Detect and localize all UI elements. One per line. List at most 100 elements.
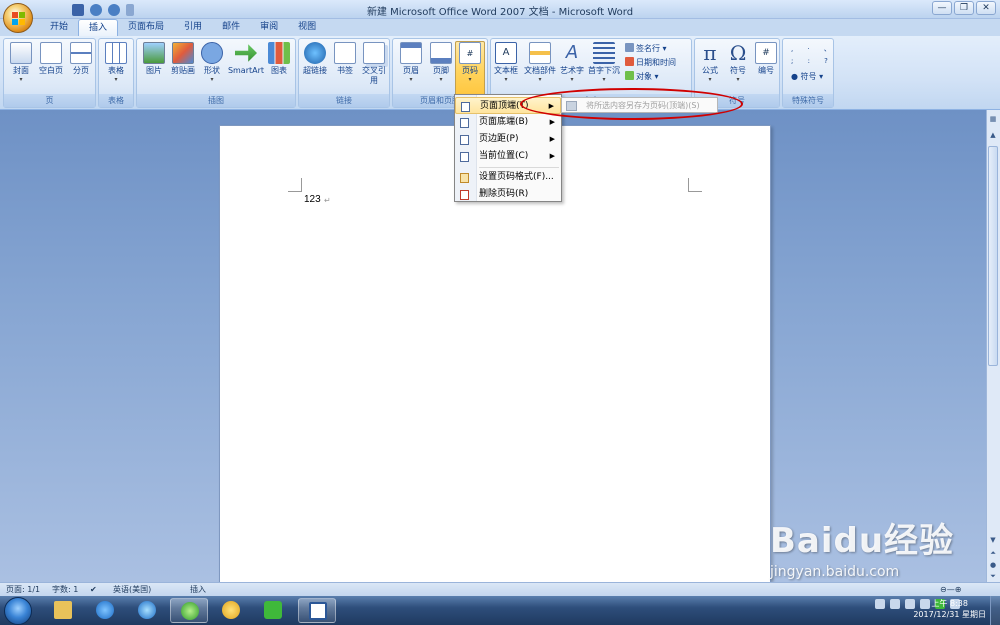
hyperlink-button[interactable]: 超链接 xyxy=(300,42,330,94)
close-button[interactable]: ✕ xyxy=(976,1,996,15)
office-logo-icon xyxy=(12,12,25,25)
text-box-button[interactable]: A 文本框 ▾ xyxy=(491,42,521,94)
taskbar-ie-2[interactable] xyxy=(128,598,166,623)
keyboard-icon[interactable] xyxy=(875,599,885,609)
tab-mailings[interactable]: 邮件 xyxy=(212,19,250,36)
signature-line-button[interactable]: 签名行 ▾ xyxy=(625,43,667,55)
submenu-arrow-icon: ▶ xyxy=(549,118,555,126)
cover-page-button[interactable]: 封面 ▾ xyxy=(6,42,36,94)
table-button[interactable]: 表格 ▾ xyxy=(101,42,131,94)
next-page-icon[interactable]: ⏷ xyxy=(988,571,998,581)
menu-item-current-position[interactable]: 当前位置(C) ▶ xyxy=(455,148,561,165)
page-break-button[interactable]: 分页 xyxy=(66,42,96,94)
page-number-icon: # xyxy=(459,42,481,64)
wordart-button[interactable]: A 艺术字 ▾ xyxy=(557,42,587,94)
scroll-up-icon[interactable]: ▲ xyxy=(988,130,998,140)
status-mode[interactable]: 插入 xyxy=(190,584,206,596)
quick-parts-icon xyxy=(529,42,551,64)
tab-page-layout[interactable]: 页面布局 xyxy=(118,19,174,36)
scroll-thumb[interactable] xyxy=(988,146,998,366)
page-margins-icon xyxy=(460,135,469,145)
omega-icon: Ω xyxy=(729,41,747,65)
taskbar-360[interactable] xyxy=(170,598,208,623)
office-button[interactable] xyxy=(3,3,33,33)
taskbar-explorer[interactable] xyxy=(44,598,82,623)
symbol-button[interactable]: Ω 符号 ▾ xyxy=(723,42,753,94)
internet-explorer-icon xyxy=(96,601,114,619)
bookmark-button[interactable]: 书签 xyxy=(330,42,360,94)
group-label: 特殊符号 xyxy=(783,94,833,107)
menu-separator xyxy=(479,167,559,168)
shapes-icon xyxy=(201,42,223,64)
taskbar-iqiyi[interactable] xyxy=(254,598,292,623)
window-title: 新建 Microsoft Office Word 2007 文档 - Micro… xyxy=(366,7,634,18)
document-text[interactable]: 123 xyxy=(304,194,321,205)
date-time-button[interactable]: 日期和时间 xyxy=(625,57,676,69)
date-time-icon xyxy=(625,57,634,66)
menu-item-page-margins[interactable]: 页边距(P) ▶ xyxy=(455,131,561,148)
wordart-icon: A xyxy=(565,42,579,63)
status-words[interactable]: 字数: 1 xyxy=(52,584,78,596)
punctuation-grid-row2[interactable]: ; : ? xyxy=(791,55,834,67)
submenu-arrow-icon: ▶ xyxy=(549,135,555,143)
show-desktop-button[interactable] xyxy=(990,596,1000,625)
baidu-watermark: Baidu经验 jingyan.baidu.com xyxy=(770,513,954,580)
scroll-down-icon[interactable]: ▼ xyxy=(988,535,998,545)
title-bar: 新建 Microsoft Office Word 2007 文档 - Micro… xyxy=(0,0,1000,19)
spellcheck-icon[interactable]: ✔ xyxy=(90,584,97,596)
menu-item-format-page-numbers[interactable]: 设置页码格式(F)... xyxy=(455,169,561,186)
quick-parts-button[interactable]: 文档部件 ▾ xyxy=(523,42,557,94)
status-page[interactable]: 页面: 1/1 xyxy=(6,584,40,596)
equation-button[interactable]: π 公式 ▾ xyxy=(695,42,725,94)
tab-view[interactable]: 视图 xyxy=(288,19,326,36)
object-button[interactable]: 对象 ▾ xyxy=(625,71,659,83)
restore-button[interactable]: ❐ xyxy=(954,1,974,15)
browse-object-icon[interactable]: ● xyxy=(988,560,998,570)
tab-insert[interactable]: 插入 xyxy=(78,19,119,36)
picture-icon xyxy=(143,42,165,64)
minimize-button[interactable]: — xyxy=(932,1,952,15)
paragraph-mark-icon: ↵ xyxy=(324,196,331,205)
header-button[interactable]: 页眉 ▾ xyxy=(396,42,426,94)
ruler-toggle-icon[interactable]: ▦ xyxy=(988,114,998,124)
clock-date: 2017/12/31 星期日 xyxy=(913,610,986,619)
taskbar-word[interactable] xyxy=(298,598,336,623)
bookmark-icon xyxy=(334,42,356,64)
menu-item-remove-page-numbers[interactable]: 删除页码(R) xyxy=(455,186,561,203)
tab-references[interactable]: 引用 xyxy=(174,19,212,36)
drop-cap-button[interactable]: 首字下沉 ▾ xyxy=(587,42,621,94)
chart-button[interactable]: 图表 xyxy=(264,42,294,94)
tab-review[interactable]: 审阅 xyxy=(250,19,288,36)
group-illustrations: 图片 剪贴画 形状 ▾ SmartArt 图表 插图 xyxy=(136,38,296,108)
start-button[interactable] xyxy=(4,597,32,625)
prev-page-icon[interactable]: ⏶ xyxy=(988,548,998,558)
folder-icon xyxy=(54,601,72,619)
security-browser-icon xyxy=(181,602,199,620)
page-number-button[interactable]: # 页码 ▾ xyxy=(455,41,485,101)
crop-mark-top-right xyxy=(688,178,702,192)
smartart-button[interactable]: SmartArt xyxy=(227,42,265,94)
blank-page-button[interactable]: 空白页 xyxy=(36,42,66,94)
shapes-button[interactable]: 形状 ▾ xyxy=(197,42,227,94)
numbering-button[interactable]: # 编号 xyxy=(751,42,781,94)
taskbar-ie[interactable] xyxy=(86,598,124,623)
taskbar-app[interactable] xyxy=(212,598,250,623)
page-bottom-icon xyxy=(460,118,469,128)
taskbar: 上午 8:38 2017/12/31 星期日 xyxy=(0,596,1000,625)
zoom-slider-icon[interactable]: ⊖—⊕ xyxy=(940,584,961,596)
app-icon xyxy=(222,601,240,619)
numbering-icon: # xyxy=(755,42,777,64)
menu-item-bottom-of-page[interactable]: 页面底端(B) ▶ xyxy=(455,114,561,131)
people-icon[interactable] xyxy=(890,599,900,609)
punctuation-grid[interactable]: , · 、 xyxy=(791,43,837,55)
group-tables: 表格 ▾ 表格 xyxy=(98,38,134,108)
clip-art-button[interactable]: 剪贴画 xyxy=(168,42,198,94)
status-language[interactable]: 英语(美国) xyxy=(113,584,151,596)
tab-home[interactable]: 开始 xyxy=(40,19,78,36)
clock[interactable]: 上午 8:38 2017/12/31 星期日 xyxy=(913,598,986,620)
picture-button[interactable]: 图片 xyxy=(139,42,169,94)
special-symbol-button[interactable]: ● 符号 ▾ xyxy=(791,71,823,83)
footer-button[interactable]: 页脚 ▾ xyxy=(426,42,456,94)
group-label: 链接 xyxy=(299,94,389,107)
cross-reference-button[interactable]: 交叉引用 xyxy=(359,42,389,94)
